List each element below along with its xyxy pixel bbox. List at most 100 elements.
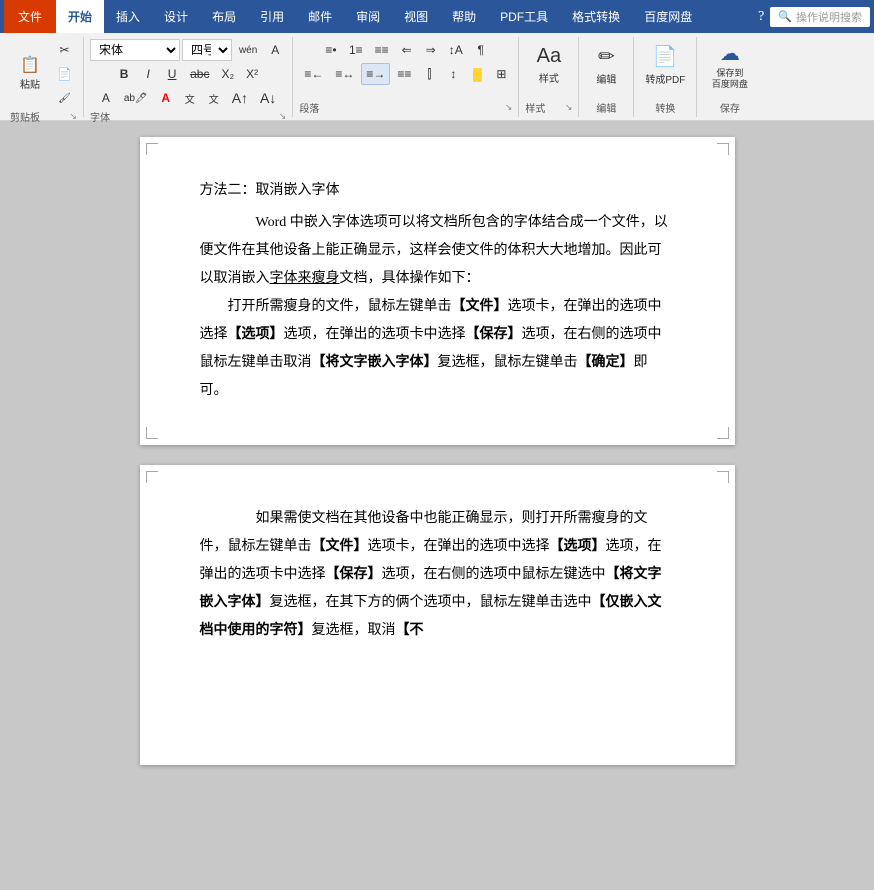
cloud-icon: ☁ bbox=[720, 41, 740, 66]
show-marks-button[interactable]: ¶ bbox=[470, 39, 492, 61]
paste-icon: 📋 bbox=[20, 58, 40, 74]
paste-button[interactable]: 📋 粘贴 bbox=[10, 48, 50, 100]
tab-baidu-cloud[interactable]: 百度网盘 bbox=[632, 0, 704, 33]
text-highlight-button[interactable]: ab🖊 bbox=[119, 87, 153, 109]
corner-bl bbox=[146, 427, 158, 439]
font-size-increase[interactable]: A↑ bbox=[227, 87, 253, 109]
bracket-file: 【文件】 bbox=[452, 299, 508, 314]
align-left-button[interactable]: ≡← bbox=[299, 63, 328, 85]
convert-pdf-button[interactable]: 📄 转成PDF bbox=[640, 39, 690, 91]
justify-button[interactable]: ≡≡ bbox=[392, 63, 416, 85]
font-row3: A ab🖊 A 文 文 A↑ A↓ bbox=[95, 87, 282, 109]
clipboard-content: 📋 粘贴 ✂ 📄 🖌 bbox=[10, 39, 77, 109]
page-1: 方法二：取消嵌入字体 Word 中嵌入字体选项可以将文档所包含的字体结合成一个文… bbox=[140, 137, 735, 445]
styles-button[interactable]: Aa 样式 bbox=[529, 39, 569, 91]
page2-para1: 如果需使文档在其他设备中也能正确显示，则打开所需瘦身的文件，鼠标左键单击【文件】… bbox=[200, 505, 675, 645]
align-center-button[interactable]: ≡↔ bbox=[330, 63, 359, 85]
align-right-button[interactable]: ≡→ bbox=[361, 63, 390, 85]
paragraph-group: ≡• 1≡ ≡≡ ⇐ ⇒ ↕A ¶ ≡← ≡↔ ≡→ ≡≡ ⫿ ↕ ▓ ⊞ bbox=[293, 37, 519, 117]
clipboard-expand-icon[interactable]: ↘ bbox=[69, 111, 77, 122]
font-expand-icon[interactable]: ↘ bbox=[279, 111, 287, 122]
page2-corner-tl bbox=[146, 471, 158, 483]
page1-content: 方法二：取消嵌入字体 Word 中嵌入字体选项可以将文档所包含的字体结合成一个文… bbox=[200, 177, 675, 405]
page1-para1: Word 中嵌入字体选项可以将文档所包含的字体结合成一个文件，以便文件在其他设备… bbox=[200, 209, 675, 293]
font-content: 宋体 四号 wén A B I U abc X₂ X² A bbox=[90, 39, 286, 109]
bold-button[interactable]: B bbox=[113, 63, 135, 85]
sort-button[interactable]: ↕A bbox=[444, 39, 468, 61]
strikethrough-button[interactable]: abc bbox=[185, 63, 214, 85]
tab-format[interactable]: 格式转换 bbox=[560, 0, 632, 33]
bracket-embed: 【将文字嵌入字体】 bbox=[312, 355, 438, 370]
p2-bracket-file: 【文件】 bbox=[312, 539, 368, 554]
editing-content: ✏ 编辑 bbox=[586, 39, 626, 100]
bracket-ok: 【确定】 bbox=[578, 355, 634, 370]
toolbar: 📋 粘贴 ✂ 📄 🖌 剪贴板 ↘ bbox=[0, 33, 874, 121]
char-border-button[interactable]: 文 bbox=[203, 87, 225, 109]
underline-button[interactable]: U bbox=[161, 63, 183, 85]
styles-icon: Aa bbox=[537, 45, 561, 68]
styles-content: Aa 样式 bbox=[529, 39, 569, 100]
styles-label: 样式 bbox=[525, 100, 545, 115]
para-row2: ≡← ≡↔ ≡→ ≡≡ ⫿ ↕ ▓ ⊞ bbox=[299, 63, 512, 85]
document-area: 方法二：取消嵌入字体 Word 中嵌入字体选项可以将文档所包含的字体结合成一个文… bbox=[0, 121, 874, 871]
font-size-text-button[interactable]: wén bbox=[234, 39, 262, 61]
tab-pdf[interactable]: PDF工具 bbox=[488, 0, 560, 33]
save-cloud-button[interactable]: ☁ 保存到百度网盘 bbox=[707, 39, 753, 91]
font-family-select[interactable]: 宋体 bbox=[90, 39, 180, 61]
search-icon: 🔍 bbox=[778, 10, 792, 23]
tab-references[interactable]: 引用 bbox=[248, 0, 296, 33]
subscript-button[interactable]: X₂ bbox=[216, 63, 239, 85]
tab-design[interactable]: 设计 bbox=[152, 0, 200, 33]
convert-content: 📄 转成PDF bbox=[640, 39, 690, 100]
bracket-options: 【选项】 bbox=[228, 327, 284, 342]
pdf-icon: 📄 bbox=[653, 44, 678, 69]
decrease-indent-button[interactable]: ⇐ bbox=[396, 39, 418, 61]
column-button[interactable]: ⫿ bbox=[418, 63, 440, 85]
phonetic-button[interactable]: 文 bbox=[179, 87, 201, 109]
tab-mailings[interactable]: 邮件 bbox=[296, 0, 344, 33]
help-icon: ? bbox=[758, 9, 764, 25]
tab-review[interactable]: 审阅 bbox=[344, 0, 392, 33]
tab-insert[interactable]: 插入 bbox=[104, 0, 152, 33]
tab-home[interactable]: 开始 bbox=[56, 0, 104, 33]
line-spacing-button[interactable]: ↕ bbox=[442, 63, 464, 85]
tab-help[interactable]: 帮助 bbox=[440, 0, 488, 33]
superscript-button[interactable]: X² bbox=[241, 63, 263, 85]
page2-corner-tr bbox=[717, 471, 729, 483]
clear-format-button[interactable]: A bbox=[264, 39, 286, 61]
text-effect-button[interactable]: A bbox=[95, 87, 117, 109]
borders-button[interactable]: ⊞ bbox=[490, 63, 512, 85]
paragraph-expand-icon[interactable]: ↘ bbox=[505, 102, 513, 113]
convert-group: 📄 转成PDF 转换 bbox=[634, 37, 697, 117]
italic-button[interactable]: I bbox=[137, 63, 159, 85]
save-content: ☁ 保存到百度网盘 bbox=[707, 39, 753, 100]
font-size-select[interactable]: 四号 bbox=[182, 39, 232, 61]
p2-bracket-not: 【不 bbox=[396, 623, 424, 638]
shading-button[interactable]: ▓ bbox=[466, 63, 488, 85]
font-size-decrease[interactable]: A↓ bbox=[255, 87, 281, 109]
clipboard-group: 📋 粘贴 ✂ 📄 🖌 剪贴板 ↘ bbox=[4, 37, 84, 117]
tab-file[interactable]: 文件 bbox=[4, 0, 56, 33]
page2-content: 如果需使文档在其他设备中也能正确显示，则打开所需瘦身的文件，鼠标左键单击【文件】… bbox=[200, 505, 675, 645]
tab-layout[interactable]: 布局 bbox=[200, 0, 248, 33]
multilevel-button[interactable]: ≡≡ bbox=[370, 39, 394, 61]
numbering-button[interactable]: 1≡ bbox=[344, 39, 368, 61]
corner-tr bbox=[717, 143, 729, 155]
tab-view[interactable]: 视图 bbox=[392, 0, 440, 33]
increase-indent-button[interactable]: ⇒ bbox=[420, 39, 442, 61]
format-painter-button[interactable]: 🖌 bbox=[52, 87, 77, 109]
styles-expand-icon[interactable]: ↘ bbox=[565, 102, 573, 113]
page-2: 如果需使文档在其他设备中也能正确显示，则打开所需瘦身的文件，鼠标左键单击【文件】… bbox=[140, 465, 735, 765]
editing-button[interactable]: ✏ 编辑 bbox=[586, 39, 626, 91]
bullets-button[interactable]: ≡• bbox=[320, 39, 342, 61]
cut-button[interactable]: ✂ bbox=[52, 39, 77, 61]
page1-para2: 打开所需瘦身的文件，鼠标左键单击【文件】选项卡，在弹出的选项中选择【选项】选项，… bbox=[200, 293, 675, 405]
copy-button[interactable]: 📄 bbox=[52, 63, 77, 85]
font-label: 字体 bbox=[90, 109, 110, 124]
search-box[interactable]: 🔍 操作说明搜索 bbox=[770, 7, 870, 27]
p2-bracket-save: 【保存】 bbox=[326, 567, 382, 582]
font-group: 宋体 四号 wén A B I U abc X₂ X² A bbox=[84, 37, 293, 117]
ribbon-tab-bar: 文件 开始 插入 设计 布局 引用 邮件 审阅 视图 帮助 PDF工具 格式转换… bbox=[0, 0, 874, 33]
font-color-button[interactable]: A bbox=[155, 87, 177, 109]
paragraph-label: 段落 bbox=[299, 100, 319, 115]
